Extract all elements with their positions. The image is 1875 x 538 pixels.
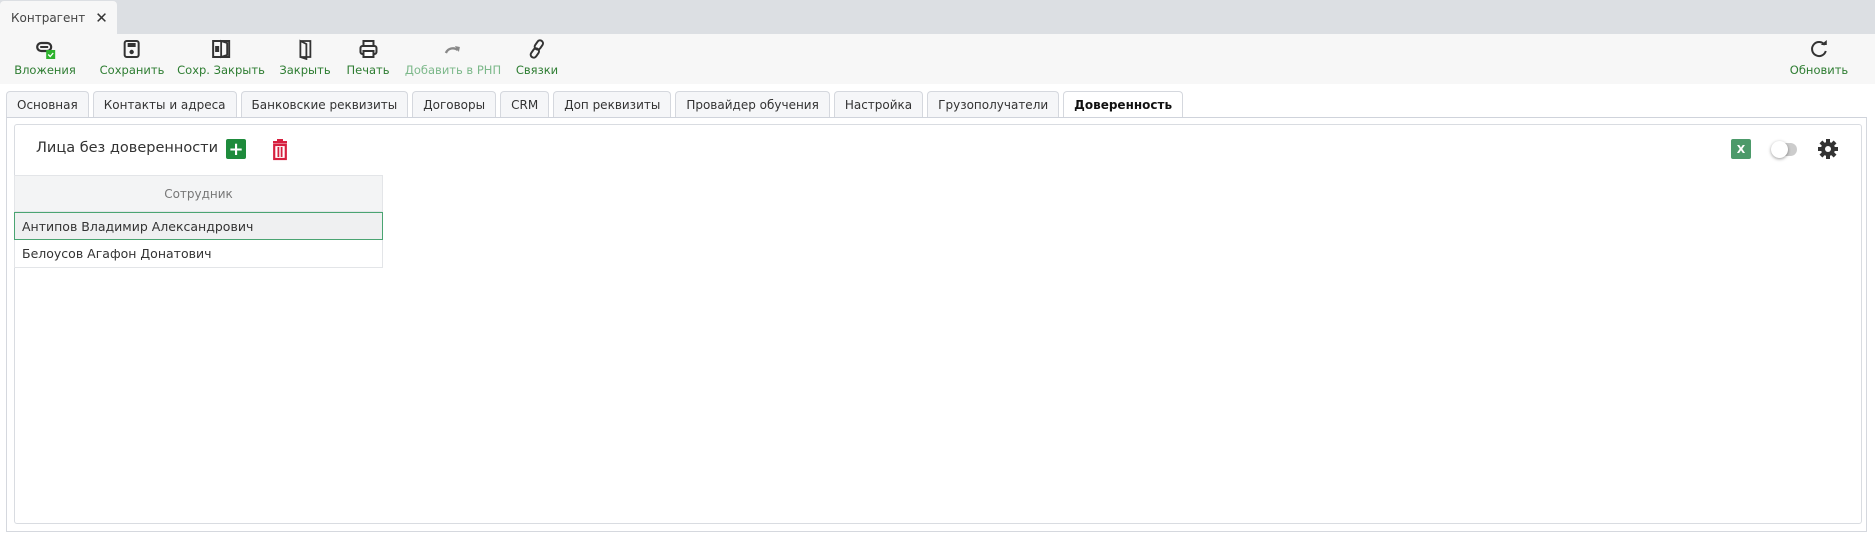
close-label: Закрыть (279, 63, 331, 77)
column-header-employee[interactable]: Сотрудник (14, 175, 383, 212)
refresh-label: Обновить (1789, 63, 1849, 77)
table-row[interactable]: Белоусов Агафон Донатович (14, 240, 383, 268)
tab-crm[interactable]: CRM (500, 91, 550, 117)
add-button[interactable]: + (226, 138, 246, 160)
gear-icon (1818, 139, 1838, 159)
plus-icon: + (228, 138, 244, 160)
attachments-button[interactable]: Вложения (14, 38, 76, 77)
save-close-label: Сохр. Закрыть (177, 63, 265, 77)
close-icon[interactable]: ✕ (95, 9, 108, 27)
document-tab[interactable]: Контрагент ✕ (0, 1, 117, 34)
tab-main[interactable]: Основная (6, 91, 89, 117)
tab-power-of-attorney[interactable]: Доверенность (1063, 91, 1184, 118)
add-rnp-button[interactable]: Добавить в РНП (405, 38, 501, 77)
toggle-knob (1771, 141, 1788, 158)
tab-training-provider[interactable]: Провайдер обучения (675, 91, 830, 117)
trash-icon (273, 139, 287, 161)
tab-extra-details[interactable]: Доп реквизиты (553, 91, 672, 117)
redo-icon (444, 46, 460, 54)
tab-bank-details[interactable]: Банковские реквизиты (240, 91, 409, 117)
attachments-label: Вложения (14, 63, 76, 77)
link-icon (529, 39, 545, 59)
refresh-button[interactable]: Обновить (1790, 38, 1848, 77)
paperclip-icon (35, 41, 55, 59)
refresh-icon (1811, 40, 1827, 58)
tab-bar: Основная Контакты и адреса Банковские ре… (6, 91, 1184, 118)
section-title: Лица без доверенности (36, 140, 219, 156)
tab-contracts[interactable]: Договоры (412, 91, 497, 117)
save-close-icon (212, 39, 230, 59)
table-row[interactable]: Антипов Владимир Александрович (14, 212, 383, 240)
save-label: Сохранить (99, 63, 165, 77)
excel-export-button[interactable]: X (1731, 139, 1751, 159)
links-label: Связки (515, 63, 559, 77)
add-rnp-label: Добавить в РНП (404, 63, 502, 77)
print-button[interactable]: Печать (346, 38, 390, 77)
printer-icon (358, 40, 377, 58)
links-button[interactable]: Связки (516, 38, 558, 77)
delete-button[interactable] (270, 139, 290, 164)
door-icon (299, 39, 311, 60)
toggle-switch[interactable] (1771, 141, 1797, 158)
document-tab-title: Контрагент (11, 10, 86, 25)
excel-icon: X (1736, 142, 1746, 156)
close-button[interactable]: Закрыть (279, 38, 331, 77)
print-label: Печать (346, 63, 390, 77)
save-close-button[interactable]: Сохр. Закрыть (177, 38, 265, 77)
tab-settings[interactable]: Настройка (833, 91, 924, 117)
tab-consignees[interactable]: Грузополучатели (927, 91, 1060, 117)
window-tab-bar: Контрагент ✕ (0, 0, 1875, 34)
save-button[interactable]: Сохранить (99, 38, 165, 77)
tab-contacts[interactable]: Контакты и адреса (92, 91, 237, 117)
toolbar: Вложения Сохранить Сохр. Закрыть Закрыть… (0, 34, 1875, 84)
floppy-disk-icon (124, 40, 140, 58)
employees-grid: Сотрудник Антипов Владимир Александрович… (14, 175, 383, 268)
settings-button[interactable] (1817, 138, 1839, 163)
